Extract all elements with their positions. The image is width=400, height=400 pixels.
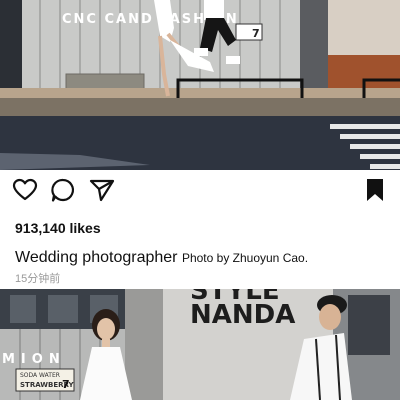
comment-icon[interactable] [49, 176, 77, 204]
heart-icon[interactable] [11, 176, 39, 204]
caption-main-text: Wedding photographer [15, 249, 178, 266]
wall-side-text: MION [2, 352, 66, 367]
post-action-bar [0, 170, 400, 210]
post-photo-bottom[interactable]: MION SODA WATER STRAWBERRY 7 STYLE NANDA [0, 289, 400, 400]
store-sign-line-2: NANDA [190, 300, 295, 330]
post-photo-top[interactable]: CNC CAND FASHION 7 [0, 0, 400, 170]
wedding-photo-bottom: MION SODA WATER STRAWBERRY 7 STYLE NANDA [0, 289, 400, 400]
post-caption: Wedding photographer Photo by Zhuoyun Ca… [15, 249, 308, 267]
wedding-photo-top: CNC CAND FASHION 7 [0, 0, 400, 170]
bookmark-icon[interactable] [361, 176, 389, 204]
post-timestamp: 15分钟前 [15, 273, 61, 285]
plate-number: 7 [62, 378, 70, 391]
parking-number: 7 [252, 27, 260, 40]
send-icon[interactable] [88, 176, 116, 204]
caption-credit-text: Photo by Zhuoyun Cao. [181, 251, 309, 265]
plate-line-1: SODA WATER [20, 372, 60, 379]
likes-count[interactable]: 913,140 likes [15, 220, 101, 236]
